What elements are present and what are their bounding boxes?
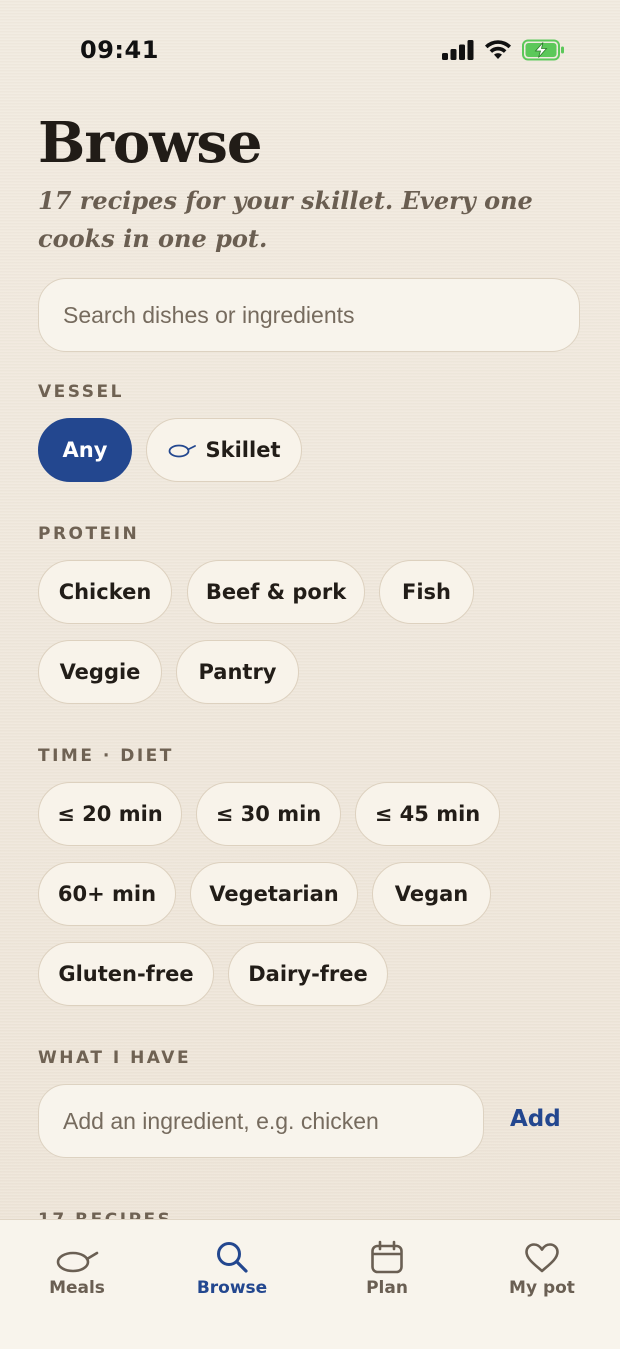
- protein-section-label: PROTEIN: [38, 524, 140, 544]
- chip-label: Gluten-free: [58, 962, 194, 986]
- chip-label: ≤ 45 min: [374, 802, 481, 826]
- time-chip-45-min[interactable]: ≤ 45 min: [355, 782, 500, 846]
- add-ingredient-button[interactable]: Add: [510, 1106, 561, 1132]
- vessel-section-label: VESSEL: [38, 382, 124, 402]
- nav-item-plan[interactable]: Plan: [322, 1234, 452, 1298]
- chip-label: Pantry: [198, 660, 277, 684]
- chip-label: Chicken: [58, 580, 152, 604]
- skillet-icon: [168, 442, 196, 458]
- what-i-have-section-label: WHAT I HAVE: [38, 1048, 192, 1068]
- status-icons: [442, 39, 566, 65]
- nav-label: Browse: [196, 1278, 268, 1298]
- nav-item-browse[interactable]: Browse: [167, 1234, 297, 1298]
- time-chip-60-plus-min[interactable]: 60+ min: [38, 862, 176, 926]
- time-chip-20-min[interactable]: ≤ 20 min: [38, 782, 182, 846]
- chip-label: Any: [62, 438, 108, 462]
- chip-label: Beef & pork: [205, 580, 347, 604]
- protein-chip-pantry[interactable]: Pantry: [176, 640, 299, 704]
- nav-item-meals[interactable]: Meals: [12, 1234, 142, 1298]
- diet-chip-vegan[interactable]: Vegan: [372, 862, 491, 926]
- vessel-chip-any[interactable]: Any: [38, 418, 132, 482]
- search-icon: [215, 1234, 249, 1274]
- protein-chip-chicken[interactable]: Chicken: [38, 560, 172, 624]
- chip-label: Veggie: [59, 660, 141, 684]
- time-diet-section-label: TIME · DIET: [38, 746, 174, 766]
- cellular-signal-icon: [442, 40, 474, 64]
- status-bar: 09:41: [0, 0, 620, 100]
- chip-label: Vegan: [394, 882, 469, 906]
- search-box[interactable]: [38, 278, 580, 352]
- page-subtitle: 17 recipes for your skillet. Every one c…: [38, 186, 533, 253]
- diet-chip-vegetarian[interactable]: Vegetarian: [190, 862, 358, 926]
- ingredient-box[interactable]: [38, 1084, 484, 1158]
- bottom-nav: Meals Browse Plan My pot: [0, 1219, 620, 1349]
- chip-label: 60+ min: [57, 882, 157, 906]
- protein-chip-fish[interactable]: Fish: [379, 560, 474, 624]
- time-chip-30-min[interactable]: ≤ 30 min: [196, 782, 341, 846]
- diet-chip-gluten-free[interactable]: Gluten-free: [38, 942, 214, 1006]
- chip-label: Vegetarian: [209, 882, 339, 906]
- chip-label: Skillet: [205, 438, 281, 462]
- chip-label: Fish: [402, 580, 451, 604]
- chip-label: ≤ 30 min: [215, 802, 322, 826]
- status-time: 09:41: [80, 36, 159, 64]
- nav-label: Meals: [49, 1278, 105, 1298]
- vessel-chip-skillet[interactable]: Skillet: [146, 418, 302, 482]
- page-title: Browse: [38, 110, 263, 176]
- battery-charging-icon: [522, 39, 566, 65]
- search-input[interactable]: [61, 300, 579, 330]
- heart-icon: [524, 1234, 560, 1274]
- nav-item-my-pot[interactable]: My pot: [477, 1234, 607, 1298]
- ingredient-input[interactable]: [61, 1106, 483, 1136]
- chip-label: Dairy-free: [248, 962, 368, 986]
- screen: 09:41 Browse 17 recipes for your skillet…: [0, 0, 620, 1349]
- skillet-icon: [55, 1234, 99, 1274]
- wifi-icon: [484, 40, 512, 64]
- nav-label: My pot: [509, 1278, 575, 1298]
- nav-label: Plan: [366, 1278, 408, 1298]
- diet-chip-dairy-free[interactable]: Dairy-free: [228, 942, 388, 1006]
- calendar-icon: [370, 1234, 404, 1274]
- chip-label: ≤ 20 min: [57, 802, 163, 826]
- protein-chip-veggie[interactable]: Veggie: [38, 640, 162, 704]
- protein-chip-beef-pork[interactable]: Beef & pork: [187, 560, 365, 624]
